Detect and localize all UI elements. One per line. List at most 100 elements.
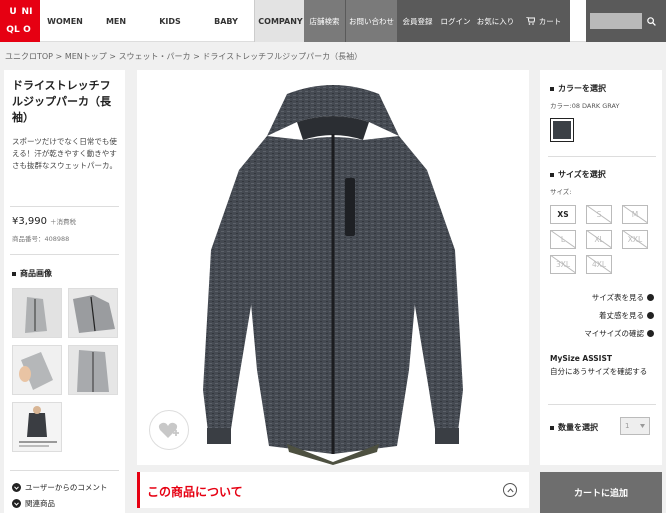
thumbnail-3[interactable] (12, 345, 62, 395)
tax-note: ＋消費税 (50, 218, 76, 226)
divider (10, 470, 119, 471)
fit-view-label: 着丈感を見る (599, 311, 644, 320)
store-search-link[interactable]: 店舗検索 (304, 0, 346, 42)
color-swatch-dark-gray[interactable] (550, 118, 574, 142)
add-favorite-button[interactable] (149, 410, 189, 450)
search-input[interactable] (590, 13, 642, 29)
breadcrumb-men[interactable]: MENトップ (65, 52, 107, 61)
logo-text-3: QL (6, 25, 20, 35)
favorites-link[interactable]: お気に入り (474, 0, 518, 42)
divider (10, 206, 119, 207)
nav-company[interactable]: COMPANY (254, 0, 306, 42)
member-register-link[interactable]: 会員登録 (398, 0, 438, 42)
breadcrumb-home[interactable]: ユニクロTOP (5, 52, 53, 61)
header: U NI QL O WOMEN MEN KIDS BABY COMPANY 店舗… (0, 0, 666, 42)
mysize-assist-link[interactable]: 自分にあうサイズを確認する (550, 366, 647, 377)
size-option-xxl[interactable]: XXL (622, 230, 648, 249)
contact-link[interactable]: お問い合わせ (346, 0, 398, 42)
search-area (586, 0, 666, 42)
bullet-icon (550, 172, 554, 177)
chevron-down-icon (640, 424, 645, 428)
thumbnail-image (13, 346, 61, 394)
thumbnail-5[interactable] (12, 402, 62, 452)
size-option-m[interactable]: M (622, 205, 648, 224)
nav-men[interactable]: MEN (90, 0, 142, 42)
bullet-icon (12, 271, 16, 276)
user-comments-toggle[interactable]: ユーザーからのコメント (12, 482, 107, 493)
main-nav: WOMEN MEN KIDS BABY COMPANY (40, 0, 306, 42)
thumbnail-image (69, 346, 117, 394)
thumbnail-2[interactable] (68, 288, 118, 338)
breadcrumb-sep: > (53, 52, 65, 61)
divider (548, 156, 656, 157)
add-to-cart-button[interactable]: カートに追加 (540, 472, 662, 513)
quantity-value: 1 (625, 422, 630, 430)
mysize-assist-title: MySize ASSIST (550, 354, 612, 363)
chevron-down-icon (12, 499, 21, 508)
logo-text-2: NI (21, 7, 33, 17)
quantity-section-label: 数量を選択 (550, 422, 598, 433)
size-section-label: サイズを選択 (550, 169, 606, 180)
size-chart-label: サイズ表を見る (591, 293, 644, 302)
color-label: カラーを選択 (558, 84, 606, 93)
user-comments-label: ユーザーからのコメント (25, 483, 108, 492)
size-chart-link[interactable]: サイズ表を見る (592, 292, 654, 303)
logo-text-4: O (23, 25, 31, 35)
size-option-s[interactable]: S (586, 205, 612, 224)
search-icon (646, 16, 656, 26)
size-option-xs[interactable]: XS (550, 205, 576, 224)
images-label: 商品画像 (20, 269, 52, 278)
product-main-image[interactable] (137, 70, 529, 465)
quantity-select[interactable]: 1 (620, 417, 650, 435)
thumbnail-image (69, 289, 117, 337)
color-value: カラー:08 DARK GRAY (550, 102, 620, 110)
divider (10, 254, 119, 255)
color-section-label: カラーを選択 (550, 83, 606, 94)
product-description: スポーツだけでなく日常でも使える！汗が乾きやすく動きやすさも抜群なスウェットパー… (12, 137, 117, 170)
thumbnail-image (13, 403, 61, 451)
bullet-icon (550, 86, 554, 91)
login-link[interactable]: ログイン (438, 0, 474, 42)
nav-baby[interactable]: BABY (198, 0, 254, 42)
size-sub-label: サイズ: (550, 188, 572, 196)
product-number: 商品番号：408988 (12, 235, 70, 243)
thumbnail-grid (12, 288, 118, 452)
breadcrumb-category[interactable]: スウェット・パーカ (119, 52, 191, 61)
thumbnail-image (13, 289, 61, 337)
about-expand-toggle[interactable] (503, 483, 517, 497)
related-products-label: 関連商品 (25, 499, 55, 508)
fit-view-link[interactable]: 着丈感を見る (599, 310, 654, 321)
breadcrumb-sep: > (106, 52, 119, 61)
size-option-3xl[interactable]: 3XL (550, 255, 576, 274)
about-product-section[interactable]: この商品について (137, 472, 529, 508)
size-option-l[interactable]: L (550, 230, 576, 249)
arrow-right-icon (647, 294, 654, 301)
about-product-title: この商品について (147, 485, 243, 499)
nav-women[interactable]: WOMEN (40, 0, 90, 42)
cart-link[interactable]: カート (518, 0, 570, 42)
divider (548, 404, 656, 405)
product-image-panel (137, 70, 529, 465)
quantity-label: 数量を選択 (558, 423, 598, 432)
utility-nav: 店舗検索 お問い合わせ 会員登録 ログイン お気に入り カート (304, 0, 570, 42)
thumbnail-4[interactable] (68, 345, 118, 395)
thumbnail-1[interactable] (12, 288, 62, 338)
size-option-xl[interactable]: XL (586, 230, 612, 249)
logo-text-1: U (9, 7, 17, 17)
size-option-4xl[interactable]: 4XL (586, 255, 612, 274)
cart-icon (525, 17, 535, 25)
nav-kids[interactable]: KIDS (142, 0, 198, 42)
product-info-panel: ドライストレッチフルジップパーカ（長袖） スポーツだけでなく日常でも使える！汗が… (4, 70, 125, 513)
search-button[interactable] (644, 13, 658, 29)
purchase-panel: カラーを選択 カラー:08 DARK GRAY サイズを選択 サイズ: XS S… (540, 70, 662, 465)
my-size-check-link[interactable]: マイサイズの確認 (584, 328, 654, 339)
uniqlo-logo[interactable]: U NI QL O (0, 0, 40, 42)
price-value: ¥3,990 (12, 216, 47, 227)
breadcrumb-sep: > (190, 52, 203, 61)
cart-label: カート (538, 16, 562, 26)
my-size-check-label: マイサイズの確認 (584, 329, 644, 338)
chevron-up-icon (506, 487, 514, 492)
related-products-toggle[interactable]: 関連商品 (12, 498, 55, 509)
product-title: ドライストレッチフルジップパーカ（長袖） (12, 79, 111, 124)
bullet-icon (550, 425, 554, 430)
